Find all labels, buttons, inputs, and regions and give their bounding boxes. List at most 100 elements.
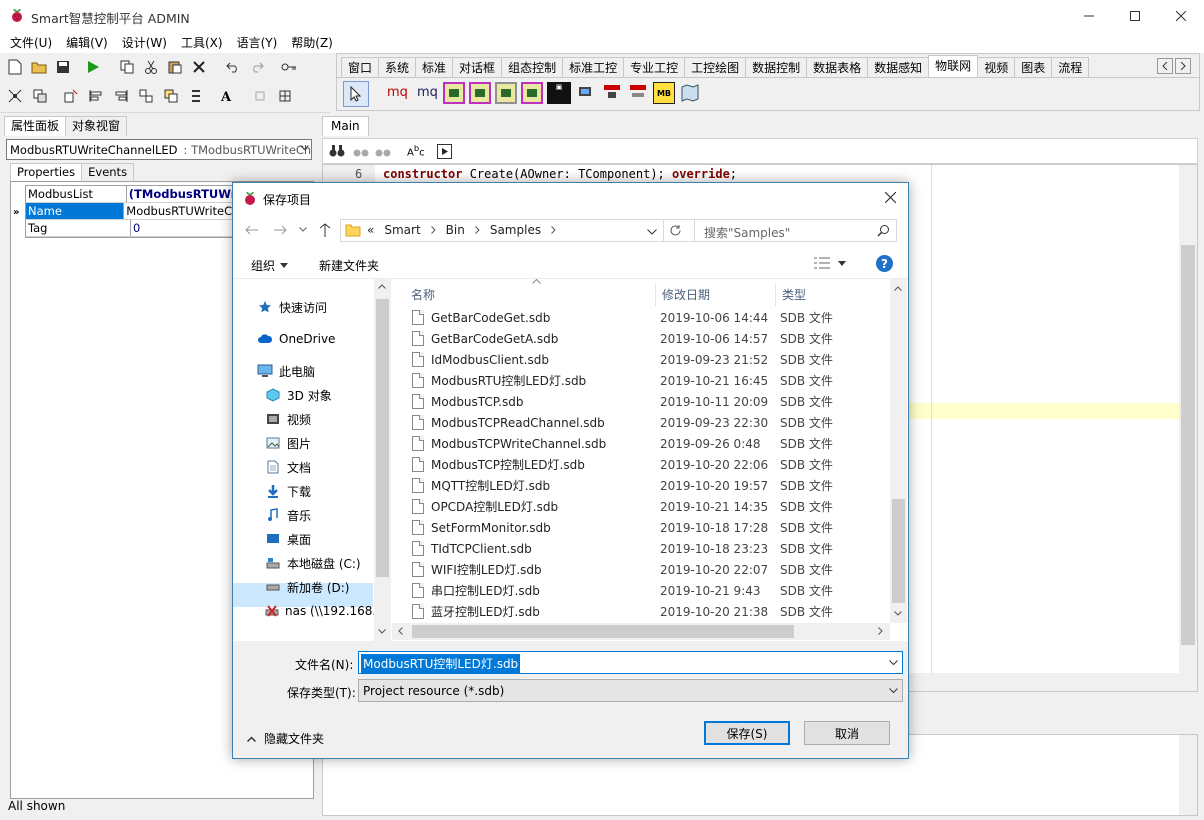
file-row[interactable]: ModbusTCPReadChannel.sdb 2019-09-23 22:30… [408,412,860,433]
align-left-icon[interactable] [85,85,107,107]
file-list-horizontal-scrollbar[interactable] [392,623,890,640]
tab-main[interactable]: Main [322,116,369,136]
nav-this-pc[interactable]: 此电脑 [257,359,375,383]
nav-videos[interactable]: 视频 [265,407,375,431]
file-row[interactable]: ModbusTCPWriteChannel.sdb 2019-09-26 0:48… [408,433,860,454]
maximize-button[interactable] [1112,0,1158,31]
nav-network-drive[interactable]: nas (\\192.168. [265,599,376,623]
size-icon[interactable] [249,85,271,107]
replace-icon[interactable] [375,144,391,158]
nav-pictures[interactable]: 图片 [265,431,375,455]
tab-scroll-left-button[interactable] [1157,58,1173,74]
property-value[interactable]: ModbusRTUWriteCh [124,203,232,219]
save-button[interactable]: 保存(S) [704,721,790,745]
file-row[interactable]: ModbusTCP.sdb 2019-10-11 20:09 SDB 文件 [408,391,860,412]
breadcrumb-overflow[interactable]: « [367,223,374,237]
nav-drive-c[interactable]: 本地磁盘 (C:) [265,551,375,575]
view-options-button[interactable] [814,257,846,269]
breadcrumb-bin[interactable]: Bin [446,223,465,237]
opc-da-icon[interactable]: ▣ [547,82,571,104]
column-header-type[interactable]: 类型 [776,284,876,306]
column-header-date[interactable]: 修改日期 [656,284,776,306]
nav-drive-d[interactable]: 新加卷 (D:) [265,575,375,599]
new-file-icon[interactable] [4,56,26,78]
tab-flow[interactable]: 流程 [1051,57,1090,78]
chevron-right-icon[interactable] [551,226,556,234]
save-icon[interactable] [52,56,74,78]
scrollbar-thumb[interactable] [892,499,905,603]
file-row[interactable]: WIFI控制LED灯.sdb 2019-10-20 22:07 SDB 文件 [408,559,860,580]
nav-downloads[interactable]: 下载 [265,479,375,503]
run-script-icon[interactable] [437,144,452,159]
scroll-right-icon[interactable] [878,627,883,635]
tab-video[interactable]: 视频 [977,57,1016,78]
nav-onedrive[interactable]: OneDrive [257,327,375,351]
tab-properties[interactable]: Properties [10,163,83,181]
group-icon[interactable] [160,85,182,107]
scroll-up-icon[interactable] [894,286,902,291]
file-row[interactable]: ModbusTCP控制LED灯.sdb 2019-10-20 22:06 SDB 文… [408,454,860,475]
scroll-down-icon[interactable] [894,611,902,616]
scrollbar-thumb[interactable] [1181,245,1195,645]
back-arrow-icon[interactable] [245,225,259,235]
file-row[interactable]: IdModbusClient.sdb 2019-09-23 21:52 SDB 文件 [408,349,860,370]
dialog-close-button[interactable] [885,192,896,203]
font-icon[interactable]: A [216,85,238,107]
modbus-device-icon[interactable] [601,82,623,104]
file-row[interactable]: 串口控制LED灯.sdb 2019-10-21 9:43 SDB 文件 [408,580,860,601]
file-row[interactable]: MQTT控制LED灯.sdb 2019-10-20 19:57 SDB 文件 [408,475,860,496]
file-row[interactable]: TIdTCPClient.sdb 2019-10-18 23:23 SDB 文件 [408,538,860,559]
tab-pro-industrial[interactable]: 专业工控 [623,57,686,78]
file-row[interactable]: ModbusRTU控制LED灯.sdb 2019-10-21 16:45 SDB 文… [408,370,860,391]
tab-scada-control[interactable]: 组态控制 [501,57,564,78]
minimize-button[interactable] [1066,0,1112,31]
mqtt-client-icon[interactable]: mq [387,85,408,100]
property-row[interactable]: Tag 0 [26,220,232,237]
align-right-icon[interactable] [110,85,132,107]
file-row[interactable]: SetFormMonitor.sdb 2019-10-18 17:28 SDB 文件 [408,517,860,538]
tab-events[interactable]: Events [81,163,135,181]
undo-icon[interactable] [222,56,244,78]
pointer-tool-icon[interactable] [343,81,369,107]
binoculars-icon[interactable] [329,144,345,158]
tab-standard-industrial[interactable]: 标准工控 [562,57,625,78]
recent-dropdown-icon[interactable] [299,227,307,232]
menu-edit[interactable]: 编辑(V) [59,34,115,51]
find-next-icon[interactable] [353,144,369,158]
file-list-vertical-scrollbar[interactable] [890,279,907,623]
modbus-tcp-write-icon[interactable] [521,82,543,104]
scroll-up-icon[interactable] [378,284,386,289]
bring-front-icon[interactable] [60,85,82,107]
nav-documents[interactable]: 文档 [265,455,375,479]
scroll-left-icon[interactable] [398,627,403,635]
tab-standard[interactable]: 标准 [415,57,454,78]
copy-icon[interactable] [116,56,138,78]
file-row[interactable]: OPCDA控制LED灯.sdb 2019-10-21 14:35 SDB 文件 [408,496,860,517]
address-bar[interactable]: « Smart Bin Samples [340,219,716,242]
chevron-right-icon[interactable] [474,226,480,234]
modbus-tcp-read-icon[interactable] [495,82,517,104]
property-row[interactable]: Name ModbusRTUWriteCh [26,203,232,220]
file-row[interactable]: GetBarCodeGet.sdb 2019-10-06 14:44 SDB 文件 [408,307,860,328]
column-header-name[interactable]: 名称 [400,284,656,306]
menu-help[interactable]: 帮助(Z) [284,34,340,51]
help-icon[interactable]: ? [876,255,893,272]
property-value[interactable]: 0 [131,220,140,236]
map-icon[interactable] [679,82,701,104]
scrollbar-thumb[interactable] [412,625,794,638]
nav-quick-access[interactable]: 快速访问 [257,295,375,319]
filetype-select[interactable]: Project resource (*.sdb) [358,679,903,702]
mb-icon[interactable]: MB [653,82,675,104]
forward-arrow-icon[interactable] [273,225,287,235]
key-icon[interactable] [278,56,300,78]
new-folder-button[interactable]: 新建文件夹 [319,257,379,274]
up-arrow-icon[interactable] [319,223,331,237]
select-all-icon[interactable] [4,85,26,107]
chevron-right-icon[interactable] [430,226,436,234]
close-button[interactable] [1158,0,1204,31]
file-row[interactable]: GetBarCodeGetA.sdb 2019-10-06 14:57 SDB 文件 [408,328,860,349]
search-input[interactable]: 搜索"Samples" [694,219,897,242]
organize-button[interactable]: 组织 [251,257,289,274]
tab-charts[interactable]: 图表 [1014,57,1053,78]
redo-icon[interactable] [246,56,268,78]
